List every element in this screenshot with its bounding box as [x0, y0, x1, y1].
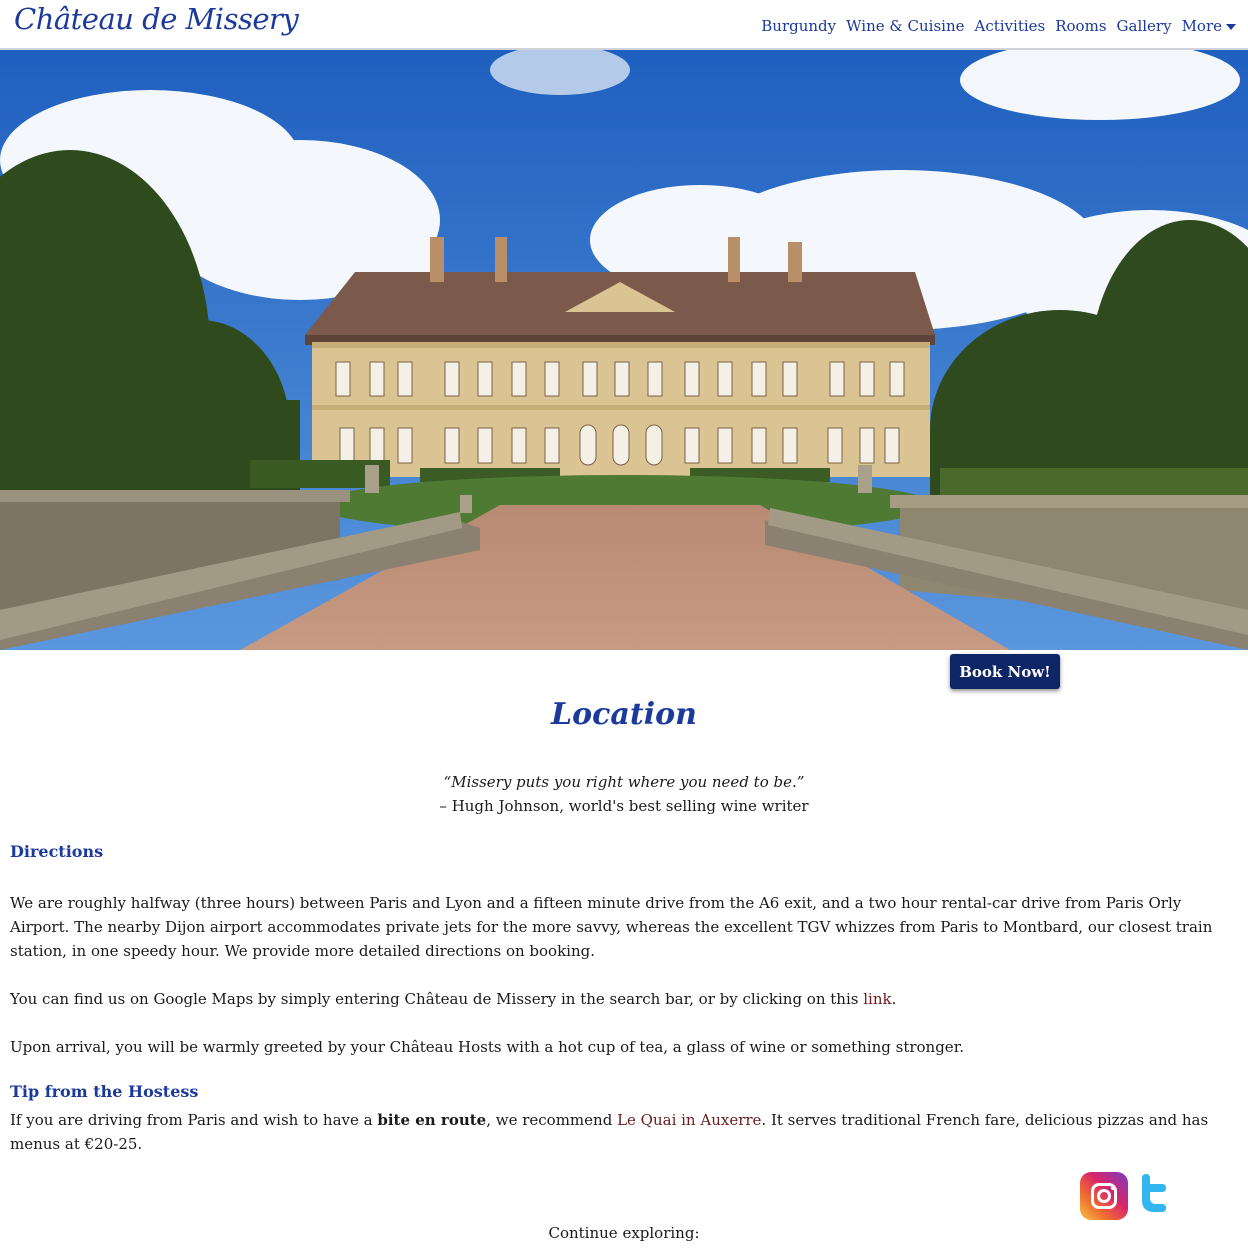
nav-item-burgundy[interactable]: Burgundy [761, 17, 836, 35]
directions-paragraph-travel: We are roughly halfway (three hours) bet… [10, 894, 1213, 960]
continue-exploring-label: Continue exploring: [548, 1224, 700, 1242]
tip-paragraph: If you are driving from Paris and wish t… [10, 1108, 1238, 1156]
quote-block: “Missery puts you right where you need t… [0, 770, 1248, 818]
tip-text-middle: , we recommend [486, 1111, 618, 1129]
main-nav: Burgundy Wine & Cuisine Activities Rooms… [761, 17, 1236, 35]
tip-text-before: If you are driving from Paris and wish t… [10, 1111, 378, 1129]
nav-item-more-label: More [1181, 17, 1222, 35]
quote-attribution: – Hugh Johnson, world's best selling win… [439, 797, 809, 815]
nav-item-wine-cuisine[interactable]: Wine & Cuisine [846, 17, 964, 35]
quote-text: “Missery puts you right where you need t… [443, 773, 805, 791]
site-logo[interactable]: Château de Missery [14, 2, 299, 36]
instagram-icon[interactable] [1080, 1172, 1128, 1220]
instagram-dot-shape [1111, 1186, 1115, 1190]
page-title: Location [551, 697, 697, 732]
hero-image-chateau [0, 50, 1248, 650]
nav-item-more[interactable]: More [1182, 17, 1236, 35]
book-now-button[interactable]: Book Now! [950, 654, 1060, 689]
directions-paragraph-maps: You can find us on Google Maps by simply… [10, 987, 1238, 1011]
google-maps-link[interactable]: link [863, 990, 891, 1008]
nav-item-activities[interactable]: Activities [975, 17, 1046, 35]
caret-down-icon [1226, 24, 1236, 30]
nav-item-rooms[interactable]: Rooms [1055, 17, 1106, 35]
maps-text-after: . [891, 990, 897, 1008]
tip-heading: Tip from the Hostess [10, 1082, 199, 1101]
nav-item-gallery[interactable]: Gallery [1117, 17, 1172, 35]
maps-text-before: You can find us on Google Maps by simply… [10, 990, 864, 1008]
twitter-icon[interactable] [1138, 1172, 1172, 1212]
top-navigation-bar: Château de Missery Burgundy Wine & Cuisi… [0, 0, 1248, 50]
directions-paragraph-arrival: Upon arrival, you will be warmly greeted… [10, 1038, 964, 1056]
le-quai-link[interactable]: Le Quai in Auxerre [617, 1111, 761, 1129]
tip-bold-text: bite en route [377, 1111, 487, 1129]
directions-heading: Directions [10, 842, 104, 861]
instagram-lens-shape [1097, 1189, 1111, 1203]
